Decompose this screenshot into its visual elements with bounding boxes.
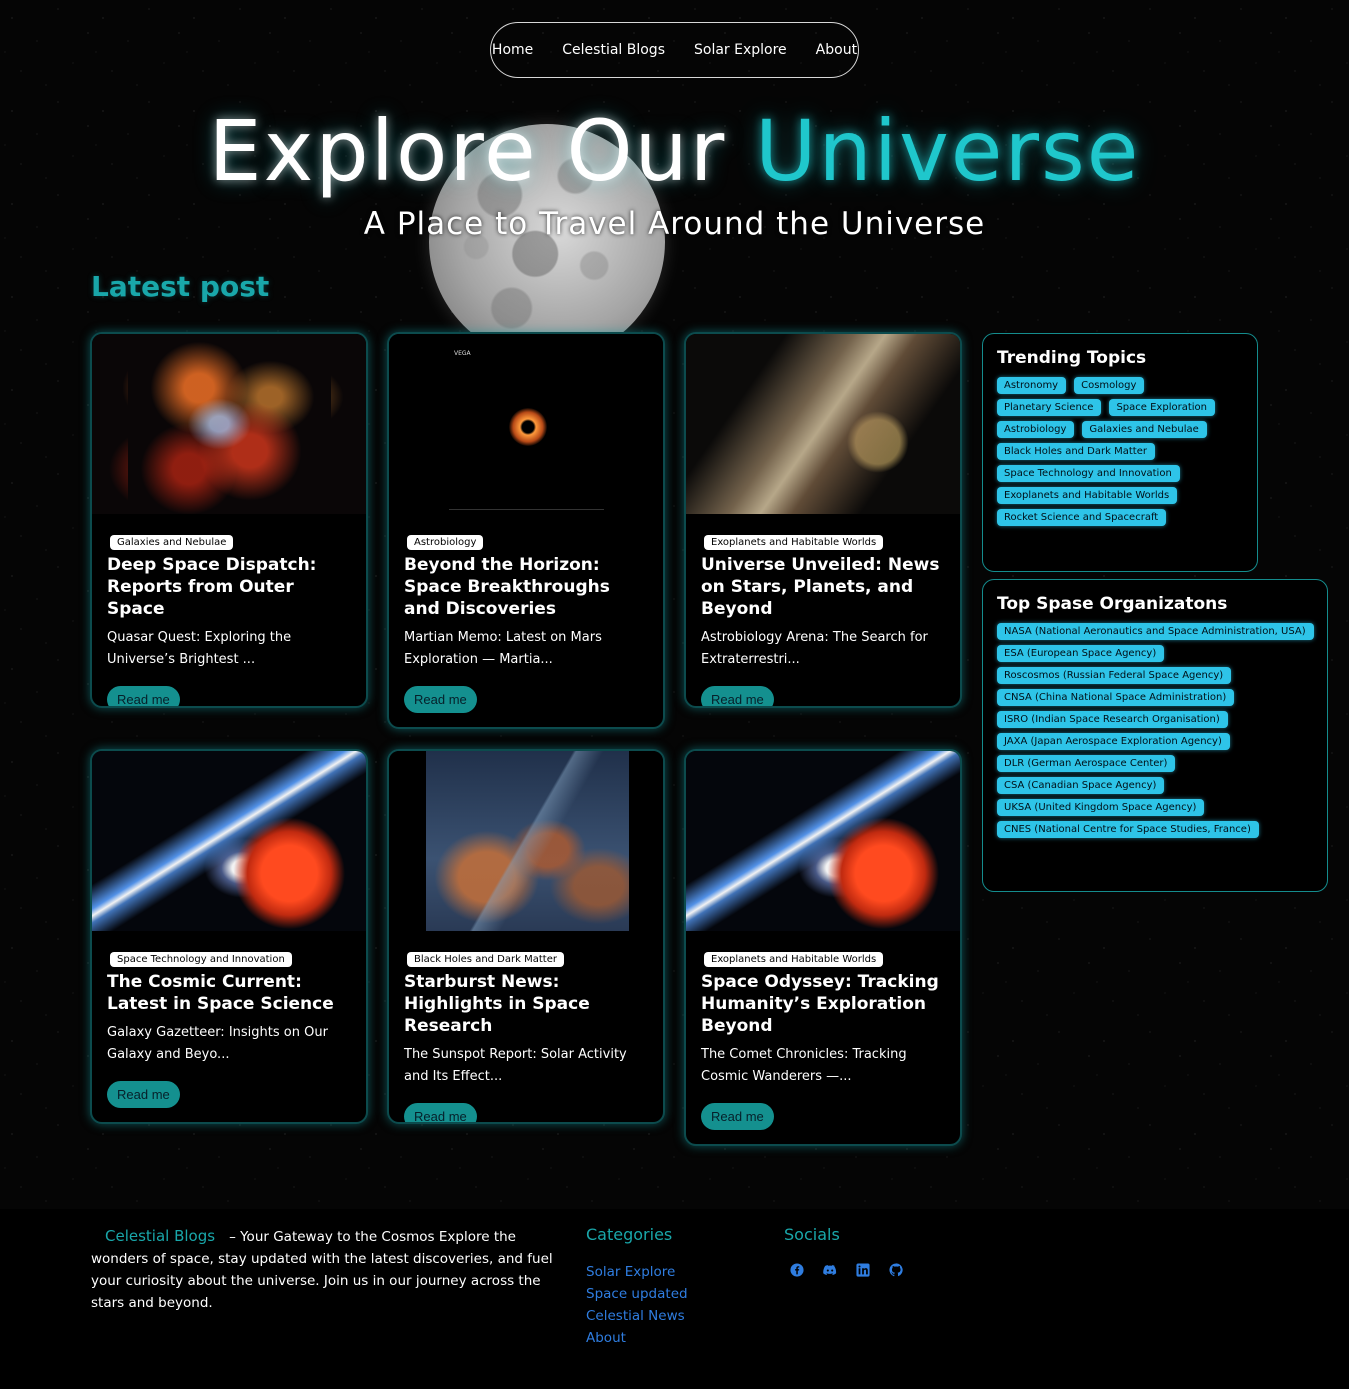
organization-chip[interactable]: ISRO (Indian Space Research Organisation… <box>997 711 1228 728</box>
github-icon[interactable] <box>889 1263 903 1277</box>
topic-chip[interactable]: Astronomy <box>997 377 1067 394</box>
organization-chips: NASA (National Aeronautics and Space Adm… <box>997 623 1314 838</box>
discord-icon[interactable] <box>823 1263 837 1277</box>
category-link[interactable]: About <box>586 1327 688 1349</box>
trending-topics-box: Trending Topics Astronomy Cosmology Plan… <box>982 333 1258 572</box>
post-thumbnail[interactable] <box>686 334 960 514</box>
organization-chip[interactable]: NASA (National Aeronautics and Space Adm… <box>997 623 1314 640</box>
topic-chip[interactable]: Space Exploration <box>1109 399 1215 416</box>
post-thumbnail[interactable] <box>389 751 663 931</box>
footer-brand[interactable]: Celestial Blogs <box>105 1227 215 1245</box>
post-title[interactable]: Beyond the Horizon: Space Breakthroughs … <box>404 554 648 620</box>
linkedin-icon[interactable] <box>856 1263 870 1277</box>
top-nav: Home Celestial Blogs Solar Explore About <box>490 22 859 78</box>
hero-title-white: Explore Our <box>208 102 727 200</box>
organization-chip[interactable]: JAXA (Japan Aerospace Exploration Agency… <box>997 733 1230 750</box>
post-thumbnail[interactable]: VEGA <box>389 334 663 514</box>
post-title[interactable]: Starburst News: Highlights in Space Rese… <box>404 971 648 1037</box>
organization-chip[interactable]: ESA (European Space Agency) <box>997 645 1165 662</box>
post-excerpt: The Sunspot Report: Solar Activity and I… <box>404 1047 627 1084</box>
post-card: Space Technology and Innovation The Cosm… <box>90 749 368 1124</box>
read-me-button[interactable]: Read me <box>107 1081 180 1108</box>
post-title[interactable]: Universe Unveiled: News on Stars, Planet… <box>701 554 945 620</box>
facebook-icon[interactable] <box>790 1263 804 1277</box>
footer-about: Celestial Blogs – Your Gateway to the Cos… <box>91 1225 561 1314</box>
post-card: Exoplanets and Habitable Worlds Universe… <box>684 332 962 708</box>
socials-list <box>790 1263 903 1277</box>
post-title[interactable]: Space Odyssey: Tracking Humanity’s Explo… <box>701 971 945 1037</box>
nav-celestial-blogs[interactable]: Celestial Blogs <box>562 42 665 58</box>
trending-heading: Trending Topics <box>997 348 1147 368</box>
organization-chip[interactable]: CSA (Canadian Space Agency) <box>997 777 1165 794</box>
post-excerpt: Galaxy Gazetteer: Insights on Our Galaxy… <box>107 1025 328 1062</box>
post-title[interactable]: The Cosmic Current: Latest in Space Scie… <box>107 971 351 1015</box>
post-tag[interactable]: Black Holes and Dark Matter <box>407 952 564 967</box>
nav-about[interactable]: About <box>816 42 857 58</box>
post-tag[interactable]: Galaxies and Nebulae <box>110 535 234 550</box>
hero-title-cyan: Universe <box>755 102 1141 200</box>
category-link[interactable]: Celestial News <box>586 1305 688 1327</box>
socials-heading: Socials <box>784 1225 840 1244</box>
trending-chips: Astronomy Cosmology Planetary Science Sp… <box>997 377 1243 526</box>
read-me-button[interactable]: Read me <box>701 1103 774 1130</box>
category-link[interactable]: Space updated <box>586 1283 688 1305</box>
topic-chip[interactable]: Rocket Science and Spacecraft <box>997 509 1167 526</box>
post-card: Black Holes and Dark Matter Starburst Ne… <box>387 749 665 1124</box>
latest-post-heading: Latest post <box>91 270 270 303</box>
read-me-button[interactable]: Read me <box>701 686 774 706</box>
category-link[interactable]: Solar Explore <box>586 1261 688 1283</box>
topic-chip[interactable]: Space Technology and Innovation <box>997 465 1180 482</box>
post-card: VEGA Astrobiology Beyond the Horizon: Sp… <box>387 332 665 729</box>
organization-chip[interactable]: DLR (German Aerospace Center) <box>997 755 1176 772</box>
post-excerpt: Astrobiology Arena: The Search for Extra… <box>701 630 928 667</box>
organization-chip[interactable]: Roscosmos (Russian Federal Space Agency) <box>997 667 1232 684</box>
post-title[interactable]: Deep Space Dispatch: Reports from Outer … <box>107 554 351 620</box>
topic-chip[interactable]: Galaxies and Nebulae <box>1082 421 1207 438</box>
post-card: Galaxies and Nebulae Deep Space Dispatch… <box>90 332 368 708</box>
organization-chip[interactable]: UKSA (United Kingdom Space Agency) <box>997 799 1205 816</box>
nav-home[interactable]: Home <box>492 42 533 58</box>
topic-chip[interactable]: Cosmology <box>1074 377 1145 394</box>
hero-subtitle: A Place to Travel Around the Universe <box>363 206 986 242</box>
post-thumbnail[interactable] <box>92 751 366 931</box>
post-tag[interactable]: Exoplanets and Habitable Worlds <box>704 952 884 967</box>
topic-chip[interactable]: Astrobiology <box>997 421 1075 438</box>
post-tag[interactable]: Astrobiology <box>407 535 484 550</box>
post-excerpt: Martian Memo: Latest on Mars Exploration… <box>404 630 602 667</box>
post-tag[interactable]: Space Technology and Innovation <box>110 952 292 967</box>
post-thumbnail[interactable] <box>686 751 960 931</box>
post-card: Exoplanets and Habitable Worlds Space Od… <box>684 749 962 1146</box>
post-excerpt: The Comet Chronicles: Tracking Cosmic Wa… <box>701 1047 907 1084</box>
space-organizations-box: Top Spase Organizatons NASA (National Ae… <box>982 579 1328 892</box>
organization-chip[interactable]: CNES (National Centre for Space Studies,… <box>997 821 1259 838</box>
read-me-button[interactable]: Read me <box>404 686 477 713</box>
hero-title: Explore Our Universe <box>0 102 1349 200</box>
post-excerpt: Quasar Quest: Exploring the Universe’s B… <box>107 630 292 667</box>
topic-chip[interactable]: Planetary Science <box>997 399 1102 416</box>
topic-chip[interactable]: Black Holes and Dark Matter <box>997 443 1155 460</box>
post-thumbnail[interactable] <box>92 334 366 514</box>
topic-chip[interactable]: Exoplanets and Habitable Worlds <box>997 487 1178 504</box>
thumbnail-title: VEGA <box>454 350 471 357</box>
read-me-button[interactable]: Read me <box>404 1103 477 1122</box>
nav-solar-explore[interactable]: Solar Explore <box>694 42 787 58</box>
categories-list: Solar Explore Space updated Celestial Ne… <box>586 1261 688 1349</box>
footer: Celestial Blogs – Your Gateway to the Cos… <box>0 1209 1349 1389</box>
star-disk <box>509 408 547 446</box>
organizations-heading: Top Spase Organizatons <box>997 594 1228 614</box>
post-tag[interactable]: Exoplanets and Habitable Worlds <box>704 535 884 550</box>
categories-heading: Categories <box>586 1225 673 1244</box>
organization-chip[interactable]: CNSA (China National Space Administratio… <box>997 689 1235 706</box>
read-me-button[interactable]: Read me <box>107 686 180 706</box>
